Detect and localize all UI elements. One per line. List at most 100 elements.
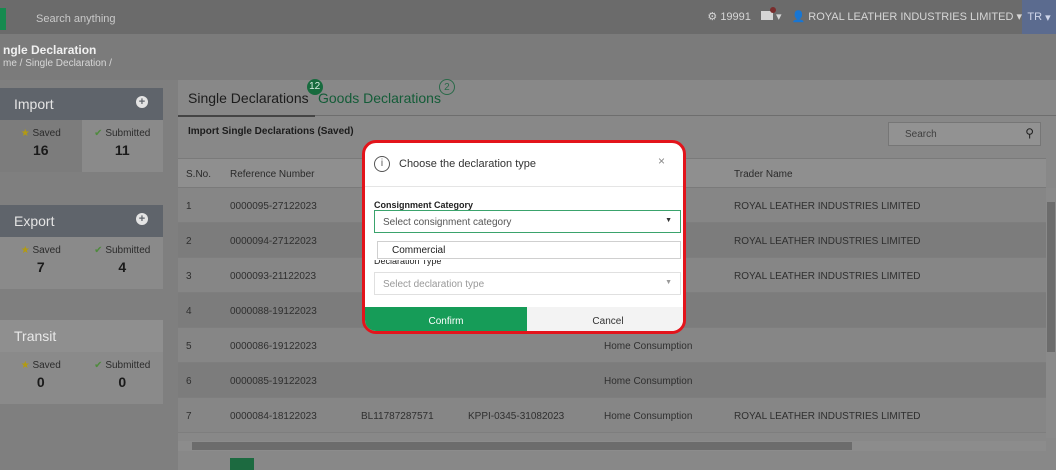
import-saved[interactable]: ★ Saved 16: [0, 120, 82, 172]
cell-bl-number: BL11787287571: [361, 411, 434, 422]
import-saved-count: 16: [32, 142, 49, 158]
notification-count-value: 19991: [720, 11, 751, 23]
close-icon[interactable]: ×: [658, 154, 665, 168]
import-card-header: Import +: [0, 88, 163, 120]
info-icon: i: [374, 156, 390, 172]
cell-sno: 3: [186, 271, 192, 282]
option-commercial-label: Commercial: [392, 245, 446, 256]
option-commercial[interactable]: Commercial: [377, 241, 681, 259]
col-trader-name[interactable]: Trader Name: [734, 169, 793, 180]
cell-reference-number: 0000085-19122023: [230, 376, 317, 387]
cell-reference-number: 0000093-21122023: [230, 271, 317, 282]
declaration-type-modal: i Choose the declaration type × Consignm…: [362, 140, 686, 334]
cell-reference-number: 0000086-19122023: [230, 341, 317, 352]
transit-card: Transit ★ Saved 0 ✔ Submitted 0: [0, 320, 163, 404]
language-menu[interactable]: TR ▾: [1022, 0, 1056, 34]
consignment-category-label: Consignment Category: [374, 200, 474, 210]
submitted-label: Submitted: [105, 360, 151, 371]
col-reference-number[interactable]: Reference Number: [230, 169, 314, 180]
cell-sno: 1: [186, 201, 192, 212]
cell-reference-number: 0000088-19122023: [230, 306, 317, 317]
modal-title: Choose the declaration type: [399, 158, 536, 170]
chevron-down-icon: ▼: [665, 279, 672, 286]
tab-single-declarations[interactable]: Single Declarations 12: [178, 79, 323, 117]
saved-label: Saved: [32, 245, 61, 256]
transit-saved[interactable]: ★ Saved 0: [0, 352, 82, 404]
cell-trader-name: ROYAL LEATHER INDUSTRIES LIMITED: [734, 411, 921, 422]
table-row[interactable]: 6 0000085-19122023 Home Consumption: [178, 363, 1046, 398]
declaration-type-label: Declaration Type: [374, 260, 442, 266]
tab-single-label: Single Declarations: [188, 90, 309, 106]
horizontal-scrollbar[interactable]: [178, 441, 1046, 451]
horizontal-scroll-thumb[interactable]: [192, 442, 852, 450]
section-title: Import Single Declarations (Saved): [188, 126, 354, 137]
page-header: ngle Declaration me / Single Declaration…: [0, 34, 1056, 80]
check-icon: ✔: [94, 360, 103, 371]
saved-label: Saved: [32, 128, 61, 139]
declaration-type-placeholder: Select declaration type: [383, 279, 485, 290]
saved-label: Saved: [32, 360, 61, 371]
cell-kppi-number: KPPI-0345-31082023: [468, 411, 565, 422]
vertical-scroll-thumb[interactable]: [1047, 202, 1055, 352]
export-submitted-count: 4: [118, 259, 127, 275]
consignment-category-placeholder: Select consignment category: [383, 217, 512, 228]
table-search-input[interactable]: Search ⚲: [888, 122, 1041, 146]
cell-reference-number: 0000094-27122023: [230, 236, 317, 247]
cancel-button[interactable]: Cancel: [527, 307, 683, 331]
confirm-button[interactable]: Confirm: [365, 307, 527, 331]
mail-icon[interactable]: ▾: [760, 7, 781, 23]
transit-submitted[interactable]: ✔ Submitted 0: [82, 352, 164, 404]
cell-trader-name: ROYAL LEATHER INDUSTRIES LIMITED: [734, 236, 921, 247]
tab-goods-label: Goods Declarations: [318, 90, 441, 106]
transit-card-title: Transit: [14, 328, 57, 344]
export-submitted[interactable]: ✔ Submitted 4: [82, 237, 164, 289]
goods-count-badge: 2: [438, 79, 455, 95]
cell-sno: 4: [186, 306, 192, 317]
add-import-icon[interactable]: +: [136, 96, 148, 108]
export-card-title: Export: [14, 213, 55, 229]
envelope-icon: [760, 7, 776, 20]
submitted-label: Submitted: [105, 128, 151, 139]
import-card: Import + ★ Saved 16 ✔ Submitted 11: [0, 88, 163, 172]
cell-sno: 7: [186, 411, 192, 422]
pagination-current-page[interactable]: [230, 458, 254, 470]
breadcrumb[interactable]: me / Single Declaration /: [3, 58, 112, 69]
chevron-down-icon: ▼: [665, 217, 672, 224]
top-bar: Search anything ⚙ 19991 ▾ 👤 ROYAL LEATHE…: [0, 0, 1056, 34]
export-card: Export + ★ Saved 7 ✔ Submitted 4: [0, 205, 163, 289]
cell-sno: 2: [186, 236, 192, 247]
declaration-tabs: Single Declarations 12 Goods Declaration…: [178, 79, 1056, 117]
cell-sno: 6: [186, 376, 192, 387]
cell-declaration-type: Home Consumption: [604, 411, 693, 422]
check-icon: ✔: [94, 245, 103, 256]
cell-declaration-type: Home Consumption: [604, 341, 693, 352]
cell-trader-name: ROYAL LEATHER INDUSTRIES LIMITED: [734, 271, 921, 282]
cell-reference-number: 0000095-27122023: [230, 201, 317, 212]
add-export-icon[interactable]: +: [136, 213, 148, 225]
cell-sno: 5: [186, 341, 192, 352]
brand-strip: [0, 8, 6, 30]
transit-submitted-count: 0: [118, 374, 127, 390]
search-icon[interactable]: ⚲: [1025, 126, 1034, 140]
tab-goods-declarations[interactable]: Goods Declarations 2: [318, 79, 455, 106]
star-icon: ★: [20, 245, 30, 256]
col-sno[interactable]: S.No.: [186, 169, 211, 180]
export-saved-count: 7: [36, 259, 45, 275]
global-search-input[interactable]: Search anything: [36, 13, 116, 25]
language-label: TR: [1027, 11, 1043, 23]
transit-card-header: Transit: [0, 320, 163, 352]
page-title: ngle Declaration: [3, 43, 97, 57]
check-icon: ✔: [94, 128, 103, 139]
notification-count[interactable]: ⚙ 19991: [707, 10, 751, 23]
star-icon: ★: [20, 360, 30, 371]
export-saved[interactable]: ★ Saved 7: [0, 237, 82, 289]
declaration-type-select[interactable]: Select declaration type ▼: [374, 272, 681, 295]
vertical-scrollbar[interactable]: [1046, 188, 1056, 438]
table-row[interactable]: 7 0000084-18122023 BL11787287571 KPPI-0345-…: [178, 398, 1046, 433]
top-bar-right: ⚙ 19991 ▾ 👤 ROYAL LEATHER INDUSTRIES LIM…: [707, 7, 1022, 23]
modal-header: i Choose the declaration type ×: [365, 143, 683, 187]
consignment-category-select[interactable]: Select consignment category ▼: [374, 210, 681, 233]
table-search-placeholder: Search: [905, 129, 937, 140]
import-submitted[interactable]: ✔ Submitted 11: [82, 120, 164, 172]
company-menu[interactable]: 👤 ROYAL LEATHER INDUSTRIES LIMITED ▾: [791, 10, 1022, 23]
